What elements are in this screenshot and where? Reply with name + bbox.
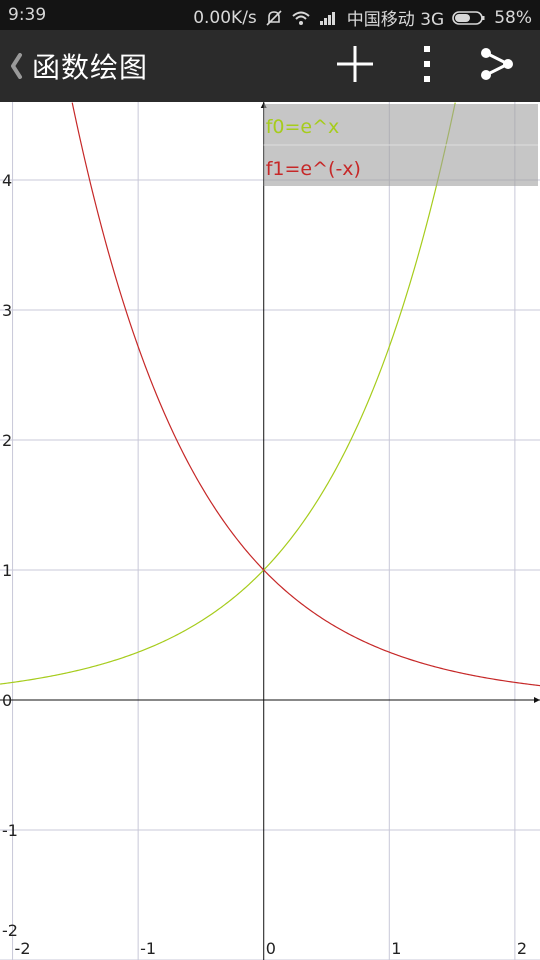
status-bar: 9:39 0.00K/s 中国移动 3G 58% bbox=[0, 0, 540, 30]
back-button[interactable]: 函数绘图 bbox=[0, 30, 170, 102]
x-axis-arrow bbox=[534, 697, 540, 703]
axes bbox=[0, 102, 540, 960]
carrier: 中国移动 3G bbox=[346, 10, 445, 30]
function-plot[interactable]: -2 -1 0 1 2 -2 -1 0 1 2 3 4 f0=e^x f1=e^(-x) bbox=[0, 102, 540, 960]
x-tick-label: 2 bbox=[517, 939, 527, 958]
add-function-button[interactable] bbox=[325, 30, 385, 102]
x-tick-label: -2 bbox=[15, 939, 31, 958]
y-tick-label: -1 bbox=[2, 821, 18, 840]
screen: 9:39 0.00K/s 中国移动 3G 58% 函数绘图 -2 -1 0 1 … bbox=[0, 0, 540, 960]
plus-icon bbox=[335, 44, 375, 88]
y-tick-label: 1 bbox=[2, 561, 12, 580]
share-button[interactable] bbox=[467, 30, 527, 102]
plot-svg[interactable]: -2 -1 0 1 2 -2 -1 0 1 2 3 4 f0=e^x f1=e^(-x) bbox=[0, 102, 540, 960]
wifi-icon bbox=[291, 10, 311, 26]
legend: f0=e^x f1=e^(-x) bbox=[263, 104, 538, 186]
y-tick-label: 3 bbox=[2, 301, 12, 320]
grid bbox=[0, 102, 540, 960]
signal-icon bbox=[319, 10, 339, 26]
chevron-left-icon bbox=[6, 52, 26, 80]
y-tick-label: 2 bbox=[2, 431, 12, 450]
x-tick-label: -1 bbox=[140, 939, 156, 958]
battery-icon bbox=[452, 10, 486, 26]
curves bbox=[0, 102, 540, 687]
status-right: 0.00K/s 中国移动 3G 58% bbox=[193, 5, 532, 31]
app-bar: 函数绘图 bbox=[0, 30, 540, 102]
legend-item-f0: f0=e^x bbox=[266, 116, 340, 138]
more-options-button[interactable] bbox=[397, 30, 457, 102]
more-vertical-icon bbox=[421, 44, 433, 88]
app-title: 函数绘图 bbox=[32, 51, 149, 84]
x-tick-label: 0 bbox=[266, 939, 276, 958]
legend-item-f1: f1=e^(-x) bbox=[266, 158, 361, 180]
status-time: 9:39 bbox=[8, 5, 47, 25]
y-tick-label: -2 bbox=[2, 921, 18, 940]
tick-labels: -2 -1 0 1 2 -2 -1 0 1 2 3 4 bbox=[2, 171, 527, 958]
x-tick-label: 1 bbox=[391, 939, 401, 958]
share-icon bbox=[479, 46, 515, 86]
battery-level: 58% bbox=[494, 7, 532, 28]
y-tick-label: 4 bbox=[2, 171, 12, 190]
net-speed: 0.00K/s bbox=[193, 7, 257, 28]
series-line-f1 bbox=[71, 102, 540, 687]
y-tick-label: 0 bbox=[2, 691, 12, 710]
series-line-f0 bbox=[0, 102, 456, 685]
mute-icon bbox=[265, 9, 283, 27]
